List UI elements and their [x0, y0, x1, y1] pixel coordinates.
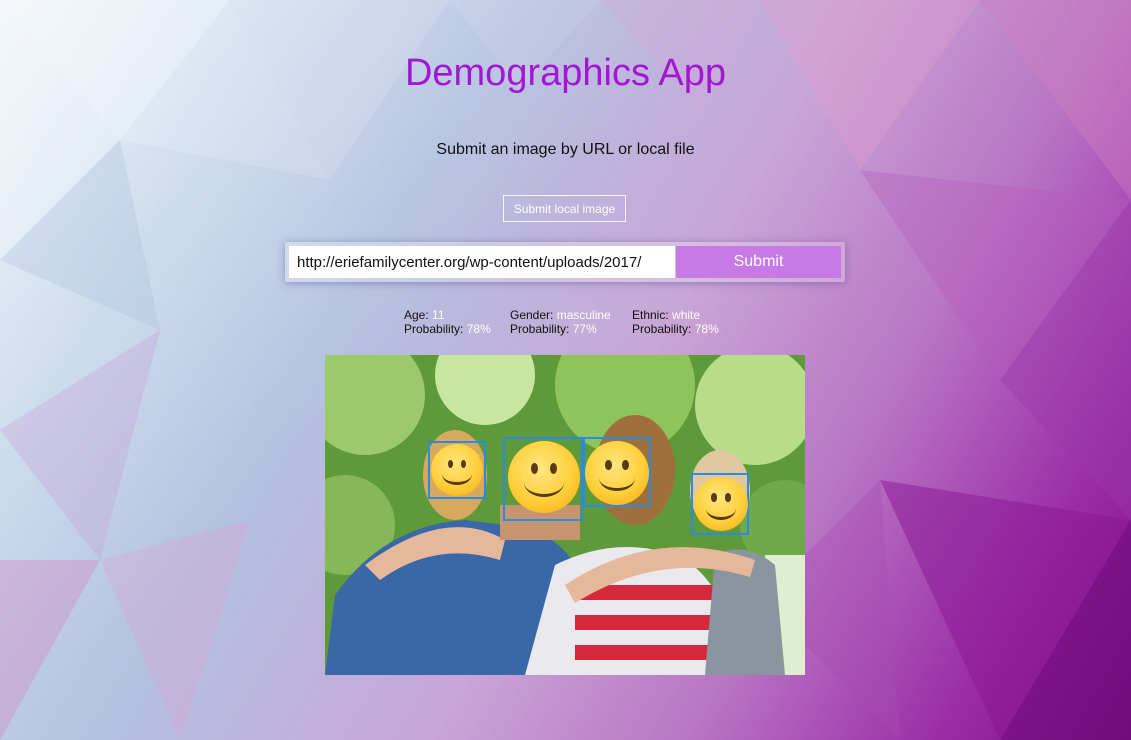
- ethnic-prob-value: 78%: [694, 322, 719, 336]
- smiley-emoji-icon: [694, 477, 748, 531]
- smiley-emoji-icon: [585, 441, 649, 505]
- gender-result: Gender: masculine Probability: 77%: [510, 308, 611, 336]
- age-label: Age:: [404, 308, 429, 322]
- gender-value: masculine: [556, 308, 611, 322]
- age-value: 11: [432, 308, 445, 322]
- result-photo: [325, 355, 805, 675]
- smiley-emoji-icon: [431, 444, 483, 496]
- submit-button[interactable]: Submit: [676, 246, 841, 278]
- age-prob-label: Probability:: [404, 322, 464, 336]
- gender-prob-value: 77%: [572, 322, 597, 336]
- age-prob-value: 78%: [466, 322, 491, 336]
- smiley-emoji-icon: [508, 441, 580, 513]
- ethnic-label: Ethnic:: [632, 308, 669, 322]
- submit-local-image-button[interactable]: Submit local image: [503, 195, 626, 222]
- ethnic-value: white: [672, 308, 701, 322]
- page-subtitle: Submit an image by URL or local file: [436, 141, 695, 158]
- gender-prob-label: Probability:: [510, 322, 570, 336]
- page-title: Demographics App: [404, 52, 727, 94]
- url-form: Submit: [285, 242, 845, 282]
- ethnic-prob-label: Probability:: [632, 322, 692, 336]
- url-input[interactable]: [289, 246, 675, 278]
- ethnic-result: Ethnic: white Probability: 78%: [632, 308, 719, 336]
- age-result: Age: 11 Probability: 78%: [404, 308, 491, 336]
- gender-label: Gender:: [510, 308, 554, 322]
